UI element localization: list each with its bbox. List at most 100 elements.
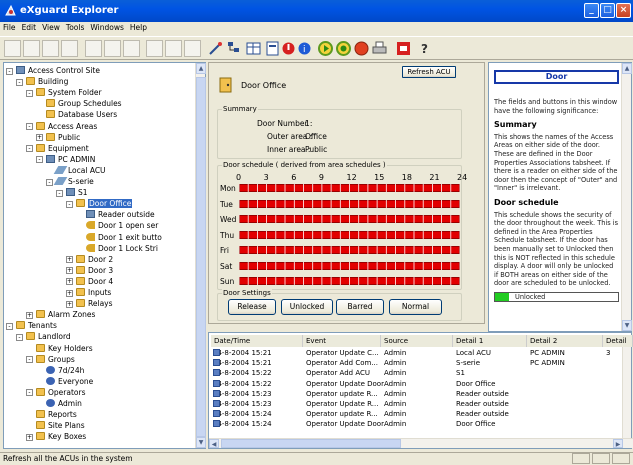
scroll-up-icon[interactable]: ▲ xyxy=(196,63,206,74)
menu-view[interactable]: View xyxy=(39,22,63,33)
table-row[interactable]: 14-8-2004 15:22 Operator Add ACU Admin S1 xyxy=(211,369,631,378)
tree-item[interactable]: Local ACU xyxy=(53,165,106,176)
tree-item[interactable]: Reader outside xyxy=(86,210,155,220)
tree-view-icon[interactable] xyxy=(226,40,243,57)
tree-item[interactable]: S-serie xyxy=(53,177,94,187)
tree-item[interactable]: Door 1 open ser xyxy=(86,221,158,231)
report-icon[interactable] xyxy=(264,40,281,57)
tree-item[interactable]: Public xyxy=(46,132,80,143)
view-large-icon[interactable] xyxy=(85,40,102,57)
tree-item[interactable]: Key Boxes xyxy=(36,432,86,442)
tree-item[interactable]: Landlord xyxy=(26,332,71,342)
column-header[interactable]: Detail 2 xyxy=(527,335,603,347)
menu-help[interactable]: Help xyxy=(127,22,150,33)
tree-expander-icon[interactable]: + xyxy=(26,433,33,441)
maximize-button[interactable]: □ xyxy=(600,3,615,18)
tree-item[interactable]: Tenants xyxy=(16,321,57,331)
tree-expander-icon[interactable]: - xyxy=(66,200,73,208)
column-header[interactable]: Date/Time xyxy=(211,335,303,347)
tree-item[interactable]: Building xyxy=(26,77,68,87)
forward-icon[interactable] xyxy=(184,40,201,57)
tree-expander-icon[interactable]: - xyxy=(26,123,33,130)
tree-expander-icon[interactable]: - xyxy=(16,333,23,341)
printer-icon[interactable] xyxy=(371,40,388,57)
barred-button[interactable]: Barred xyxy=(336,299,384,315)
help-scroll-down-icon[interactable]: ▼ xyxy=(622,320,632,331)
tree-expander-icon[interactable]: - xyxy=(36,156,43,164)
edit-icon[interactable] xyxy=(42,40,59,57)
tree-item[interactable]: Inputs xyxy=(76,288,111,298)
tree-expander-icon[interactable]: - xyxy=(26,145,33,153)
view-small-icon[interactable] xyxy=(104,40,121,57)
tree-expander-icon[interactable]: + xyxy=(66,278,73,286)
tree-item[interactable]: Admin xyxy=(46,399,82,409)
tree-item[interactable]: Door 3 xyxy=(76,265,113,276)
tree-expander-icon[interactable]: + xyxy=(26,311,33,319)
tree-item[interactable]: Groups xyxy=(36,354,75,365)
hscroll-thumb[interactable] xyxy=(221,439,401,448)
tree-item[interactable]: Door Office xyxy=(76,199,133,209)
tree-item[interactable]: PC ADMIN xyxy=(46,154,95,165)
tree-item[interactable]: Reports xyxy=(36,410,77,420)
tree-item[interactable]: Key Holders xyxy=(36,343,93,354)
tree-item[interactable]: Access Control Site xyxy=(16,66,100,76)
menu-windows[interactable]: Windows xyxy=(87,22,126,33)
tree-expander-icon[interactable]: - xyxy=(56,189,63,197)
hscroll-right-icon[interactable]: ▶ xyxy=(613,439,623,448)
table-row[interactable]: 14-8-2004 15:23 Operator update R... Admin… xyxy=(211,389,631,399)
tree-item[interactable]: S1 xyxy=(66,188,88,198)
tree-scrollbar[interactable]: ▲ ▼ xyxy=(195,63,206,448)
stop-icon[interactable] xyxy=(353,40,370,57)
table-row[interactable]: 14-8-2004 15:23 Operator Update R... Admin… xyxy=(211,400,631,409)
cut-icon[interactable] xyxy=(23,40,40,57)
tree-expander-icon[interactable]: - xyxy=(6,322,13,330)
unlocked-button[interactable]: Unlocked xyxy=(281,299,333,315)
tree-expander-icon[interactable]: - xyxy=(46,178,53,186)
tree-item[interactable]: Site Plans xyxy=(36,421,85,431)
scroll-thumb[interactable] xyxy=(196,77,206,437)
column-header[interactable]: Event xyxy=(303,335,381,347)
help-icon[interactable]: ? xyxy=(416,40,433,57)
tree-expander-icon[interactable]: + xyxy=(66,289,73,297)
close-button[interactable]: × xyxy=(616,3,631,18)
tree-item[interactable]: Relays xyxy=(76,299,113,309)
tree-item[interactable]: Everyone xyxy=(46,376,93,387)
grid-view-icon[interactable] xyxy=(245,40,262,57)
tree-item[interactable]: Database Users xyxy=(46,110,117,120)
new-icon[interactable] xyxy=(4,40,21,57)
menu-edit[interactable]: Edit xyxy=(19,22,40,33)
tree-item[interactable]: Door 2 xyxy=(76,254,113,265)
back-icon[interactable] xyxy=(165,40,182,57)
table-row[interactable]: 14-8-2004 15:21 Operator Update C... Admin… xyxy=(211,349,631,358)
help-scroll-up-icon[interactable]: ▲ xyxy=(622,63,632,74)
events-hscroll[interactable]: ◀ ▶ xyxy=(209,438,633,448)
refresh-acu-button[interactable]: Refresh ACU xyxy=(402,66,456,78)
play-icon[interactable] xyxy=(317,40,334,57)
normal-button[interactable]: Normal xyxy=(389,299,442,315)
info-icon[interactable]: i xyxy=(296,40,313,57)
events-vscroll[interactable] xyxy=(622,347,631,439)
tree-expander-icon[interactable]: + xyxy=(66,256,73,264)
view-list-icon[interactable] xyxy=(123,40,140,57)
wizard-icon[interactable] xyxy=(207,40,224,57)
tree-expander-icon[interactable]: + xyxy=(66,267,73,275)
table-row[interactable]: 14-8-2004 15:24 Operator Update Door Admin… xyxy=(211,420,631,429)
menu-tools[interactable]: Tools xyxy=(63,22,87,33)
tree-item[interactable]: Door 4 xyxy=(76,276,113,287)
minimize-button[interactable]: _ xyxy=(584,3,599,18)
tree-expander-icon[interactable]: - xyxy=(6,67,13,75)
tree-item[interactable]: Group Schedules xyxy=(46,99,122,109)
tree-expander-icon[interactable]: + xyxy=(36,134,43,142)
alarm-icon[interactable] xyxy=(280,40,297,57)
tree-item[interactable]: 7d/24h xyxy=(46,365,84,376)
hscroll-left-icon[interactable]: ◀ xyxy=(209,439,219,448)
tree-expander-icon[interactable]: + xyxy=(66,300,73,308)
release-button[interactable]: Release xyxy=(228,299,276,315)
exit-icon[interactable] xyxy=(395,40,412,57)
properties-icon[interactable] xyxy=(61,40,78,57)
tree-expander-icon[interactable]: - xyxy=(16,78,23,86)
tree-item[interactable]: Door 1 exit butto xyxy=(86,232,162,243)
tree-item[interactable]: Equipment xyxy=(36,143,89,154)
tree-item[interactable]: System Folder xyxy=(36,88,102,98)
help-scrollbar[interactable]: ▲ ▼ xyxy=(621,63,632,331)
